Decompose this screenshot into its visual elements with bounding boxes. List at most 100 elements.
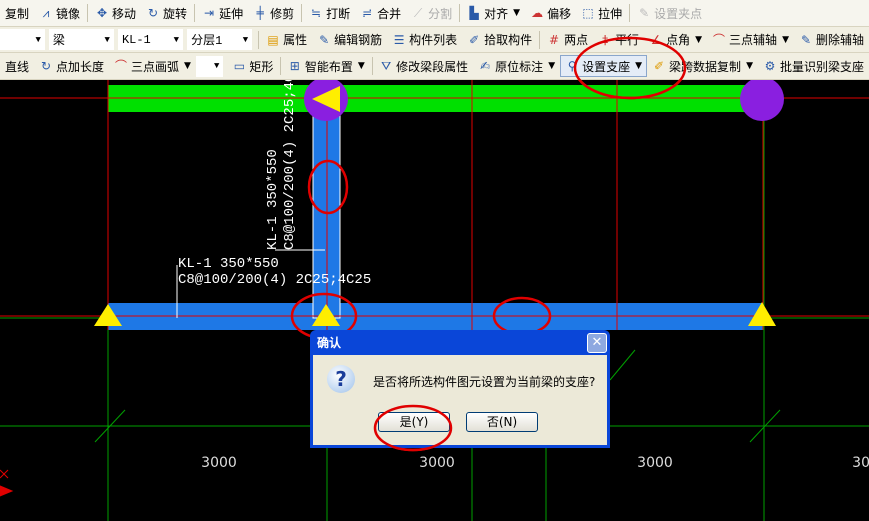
move-button[interactable]: ✥ 移动 [90, 2, 141, 24]
point-angle-label: 点角 [666, 33, 691, 47]
yes-button[interactable]: 是(Y) [378, 412, 450, 432]
component-list-button[interactable]: ☰ 构件列表 [387, 29, 462, 51]
floor-select[interactable]: ▼ [0, 29, 45, 50]
break-label: 打断 [326, 6, 351, 21]
column[interactable] [740, 80, 784, 121]
two-point-axis-button[interactable]: # 两点 [542, 29, 593, 51]
stretch-label: 拉伸 [598, 6, 623, 21]
three-point-arc-button[interactable]: ⌒ 三点画弧 ▼ [109, 55, 196, 77]
span-data-copy-button[interactable]: ✐ 梁跨数据复制 ▼ [647, 55, 758, 77]
merge-label: 合并 [377, 6, 402, 21]
modify-span-label: 修改梁段属性 [396, 59, 469, 74]
dialog-title: 确认 [317, 336, 342, 350]
chevron-down-icon: ▼ [242, 34, 249, 45]
annotation-icon: ✍ [480, 59, 491, 73]
break-button[interactable]: ≒ 打断 [304, 2, 355, 24]
batch-identify-button[interactable]: ⚙ 批量识别梁支座 [758, 55, 869, 77]
point-length-button[interactable]: ↻ 点加长度 [34, 55, 109, 77]
component-value: KL-1 [121, 32, 151, 47]
point-length-icon: ↻ [40, 59, 52, 73]
component-list-label: 构件列表 [409, 33, 458, 47]
point-length-label: 点加长度 [56, 59, 105, 74]
pick-component-label: 拾取构件 [484, 33, 533, 47]
extend-label: 延伸 [219, 6, 244, 21]
vertical-beam-label-name: KL-1 350*550 [265, 149, 281, 250]
set-support-icon: ⚲ [567, 59, 577, 73]
mirror-label: 镜像 [56, 6, 81, 21]
align-button[interactable]: ▙ 对齐 ▼ [462, 2, 525, 24]
copy-button[interactable]: 复制 [0, 2, 34, 24]
component-toolbar: ▼ 梁 ▼ KL-1 ▼ 分层1 ▼ ▤ 属性 ✎ 编辑钢筋 ☰ 构件列表 ✐ 拾取构件 # 两… [0, 27, 869, 53]
three-point-axis-button[interactable]: ⌒ 三点辅轴 ▼ [707, 29, 794, 51]
smart-layout-label: 智能布置 [304, 59, 353, 74]
trim-icon: ╪ [256, 6, 264, 20]
type-select[interactable]: 梁 ▼ [48, 29, 114, 50]
stretch-button[interactable]: ⬚ 拉伸 [576, 2, 627, 24]
edit-rebar-label: 编辑钢筋 [334, 33, 383, 47]
span-copy-label: 梁跨数据复制 [669, 59, 742, 74]
modify-icon: ⛛ [381, 59, 392, 73]
offset-icon: ☁ [531, 6, 544, 20]
point-angle-button[interactable]: ∠ 点角 ▼ [644, 29, 707, 51]
divider [258, 30, 260, 49]
move-label: 移动 [112, 6, 137, 21]
trim-button[interactable]: ╪ 修剪 [248, 2, 299, 24]
offset-label: 偏移 [547, 6, 572, 21]
arc-axis-icon: ⌒ [713, 32, 726, 47]
pick-component-button[interactable]: ✐ 拾取构件 [462, 29, 537, 51]
draw-toolbar: 直线 ↻ 点加长度 ⌒ 三点画弧 ▼ ▼ ▭ 矩形 ⊞ 智能布置 ▼ ⛛ 修改梁段属性 ✍ 原位… [0, 53, 869, 80]
component-select[interactable]: KL-1 ▼ [117, 29, 184, 50]
brush-icon: ✐ [654, 59, 665, 73]
dialog-message: 是否将所选构件图元设置为当前梁的支座? [373, 375, 596, 389]
no-button[interactable]: 否(N) [466, 412, 538, 432]
set-support-label: 设置支座 [582, 59, 631, 74]
dimension-label: 3000 [637, 455, 673, 471]
pencil-icon: ✎ [639, 6, 650, 20]
line-button[interactable]: 直线 [0, 55, 34, 77]
batch-icon: ⚙ [764, 59, 776, 73]
properties-button[interactable]: ▤ 属性 [261, 29, 312, 51]
divider [539, 30, 541, 49]
batch-identify-label: 批量识别梁支座 [779, 59, 864, 74]
mirror-icon: ⩘ [42, 6, 50, 20]
close-icon[interactable]: ✕ [587, 332, 607, 353]
smart-layout-button[interactable]: ⊞ 智能布置 ▼ [283, 55, 370, 77]
modify-span-properties-button[interactable]: ⛛ 修改梁段属性 [374, 55, 473, 77]
chevron-down-icon: ▼ [695, 34, 703, 45]
divider [629, 4, 631, 22]
set-grip-button[interactable]: ✎ 设置夹点 [632, 2, 707, 24]
arc-icon: ⌒ [115, 59, 128, 73]
axis-lines [0, 80, 869, 330]
layer-select[interactable]: 分层1 ▼ [187, 29, 253, 50]
parallel-label: 平行 [615, 33, 640, 47]
beam-label-name: KL-1 350*550 [178, 256, 279, 272]
parallel-axis-button[interactable]: ‡ 平行 [593, 29, 644, 51]
three-point-arc-label: 三点画弧 [131, 59, 180, 74]
extend-button[interactable]: ⇥ 延伸 [197, 2, 248, 24]
offset-button[interactable]: ☁ 偏移 [525, 2, 576, 24]
layer-value: 分层1 [191, 34, 223, 48]
in-situ-annotation-button[interactable]: ✍ 原位标注 ▼ [473, 55, 560, 77]
break-icon: ≒ [311, 6, 322, 20]
set-grip-label: 设置夹点 [654, 6, 703, 21]
eyedropper-icon: ✐ [469, 32, 480, 47]
chevron-down-icon: ▼ [104, 34, 110, 45]
divider [301, 4, 303, 22]
arc-select[interactable]: ▼ [195, 55, 224, 77]
chevron-down-icon: ▼ [513, 8, 521, 18]
split-icon: ⟋ [413, 6, 423, 20]
drawing-canvas[interactable]: KL-1 350*550 C8@100/200(4) 2C25;4C25 KL-… [0, 80, 869, 521]
chevron-down-icon: ▼ [635, 61, 643, 71]
properties-icon: ▤ [267, 32, 279, 47]
delete-axis-label: 删除辅轴 [815, 33, 864, 47]
delete-axis-button[interactable]: ✎ 删除辅轴 [794, 29, 869, 51]
chevron-down-icon: ▼ [357, 61, 365, 71]
set-support-button[interactable]: ⚲ 设置支座 ▼ [560, 55, 648, 77]
rotate-button[interactable]: ↻ 旋转 [141, 2, 192, 24]
merge-button[interactable]: ≓ 合并 [355, 2, 406, 24]
rectangle-button[interactable]: ▭ 矩形 [227, 55, 278, 77]
split-button[interactable]: ⟋ 分割 [406, 2, 457, 24]
move-icon: ✥ [97, 6, 108, 20]
mirror-button[interactable]: ⩘ 镜像 [34, 2, 85, 24]
edit-rebar-button[interactable]: ✎ 编辑钢筋 [312, 29, 387, 51]
